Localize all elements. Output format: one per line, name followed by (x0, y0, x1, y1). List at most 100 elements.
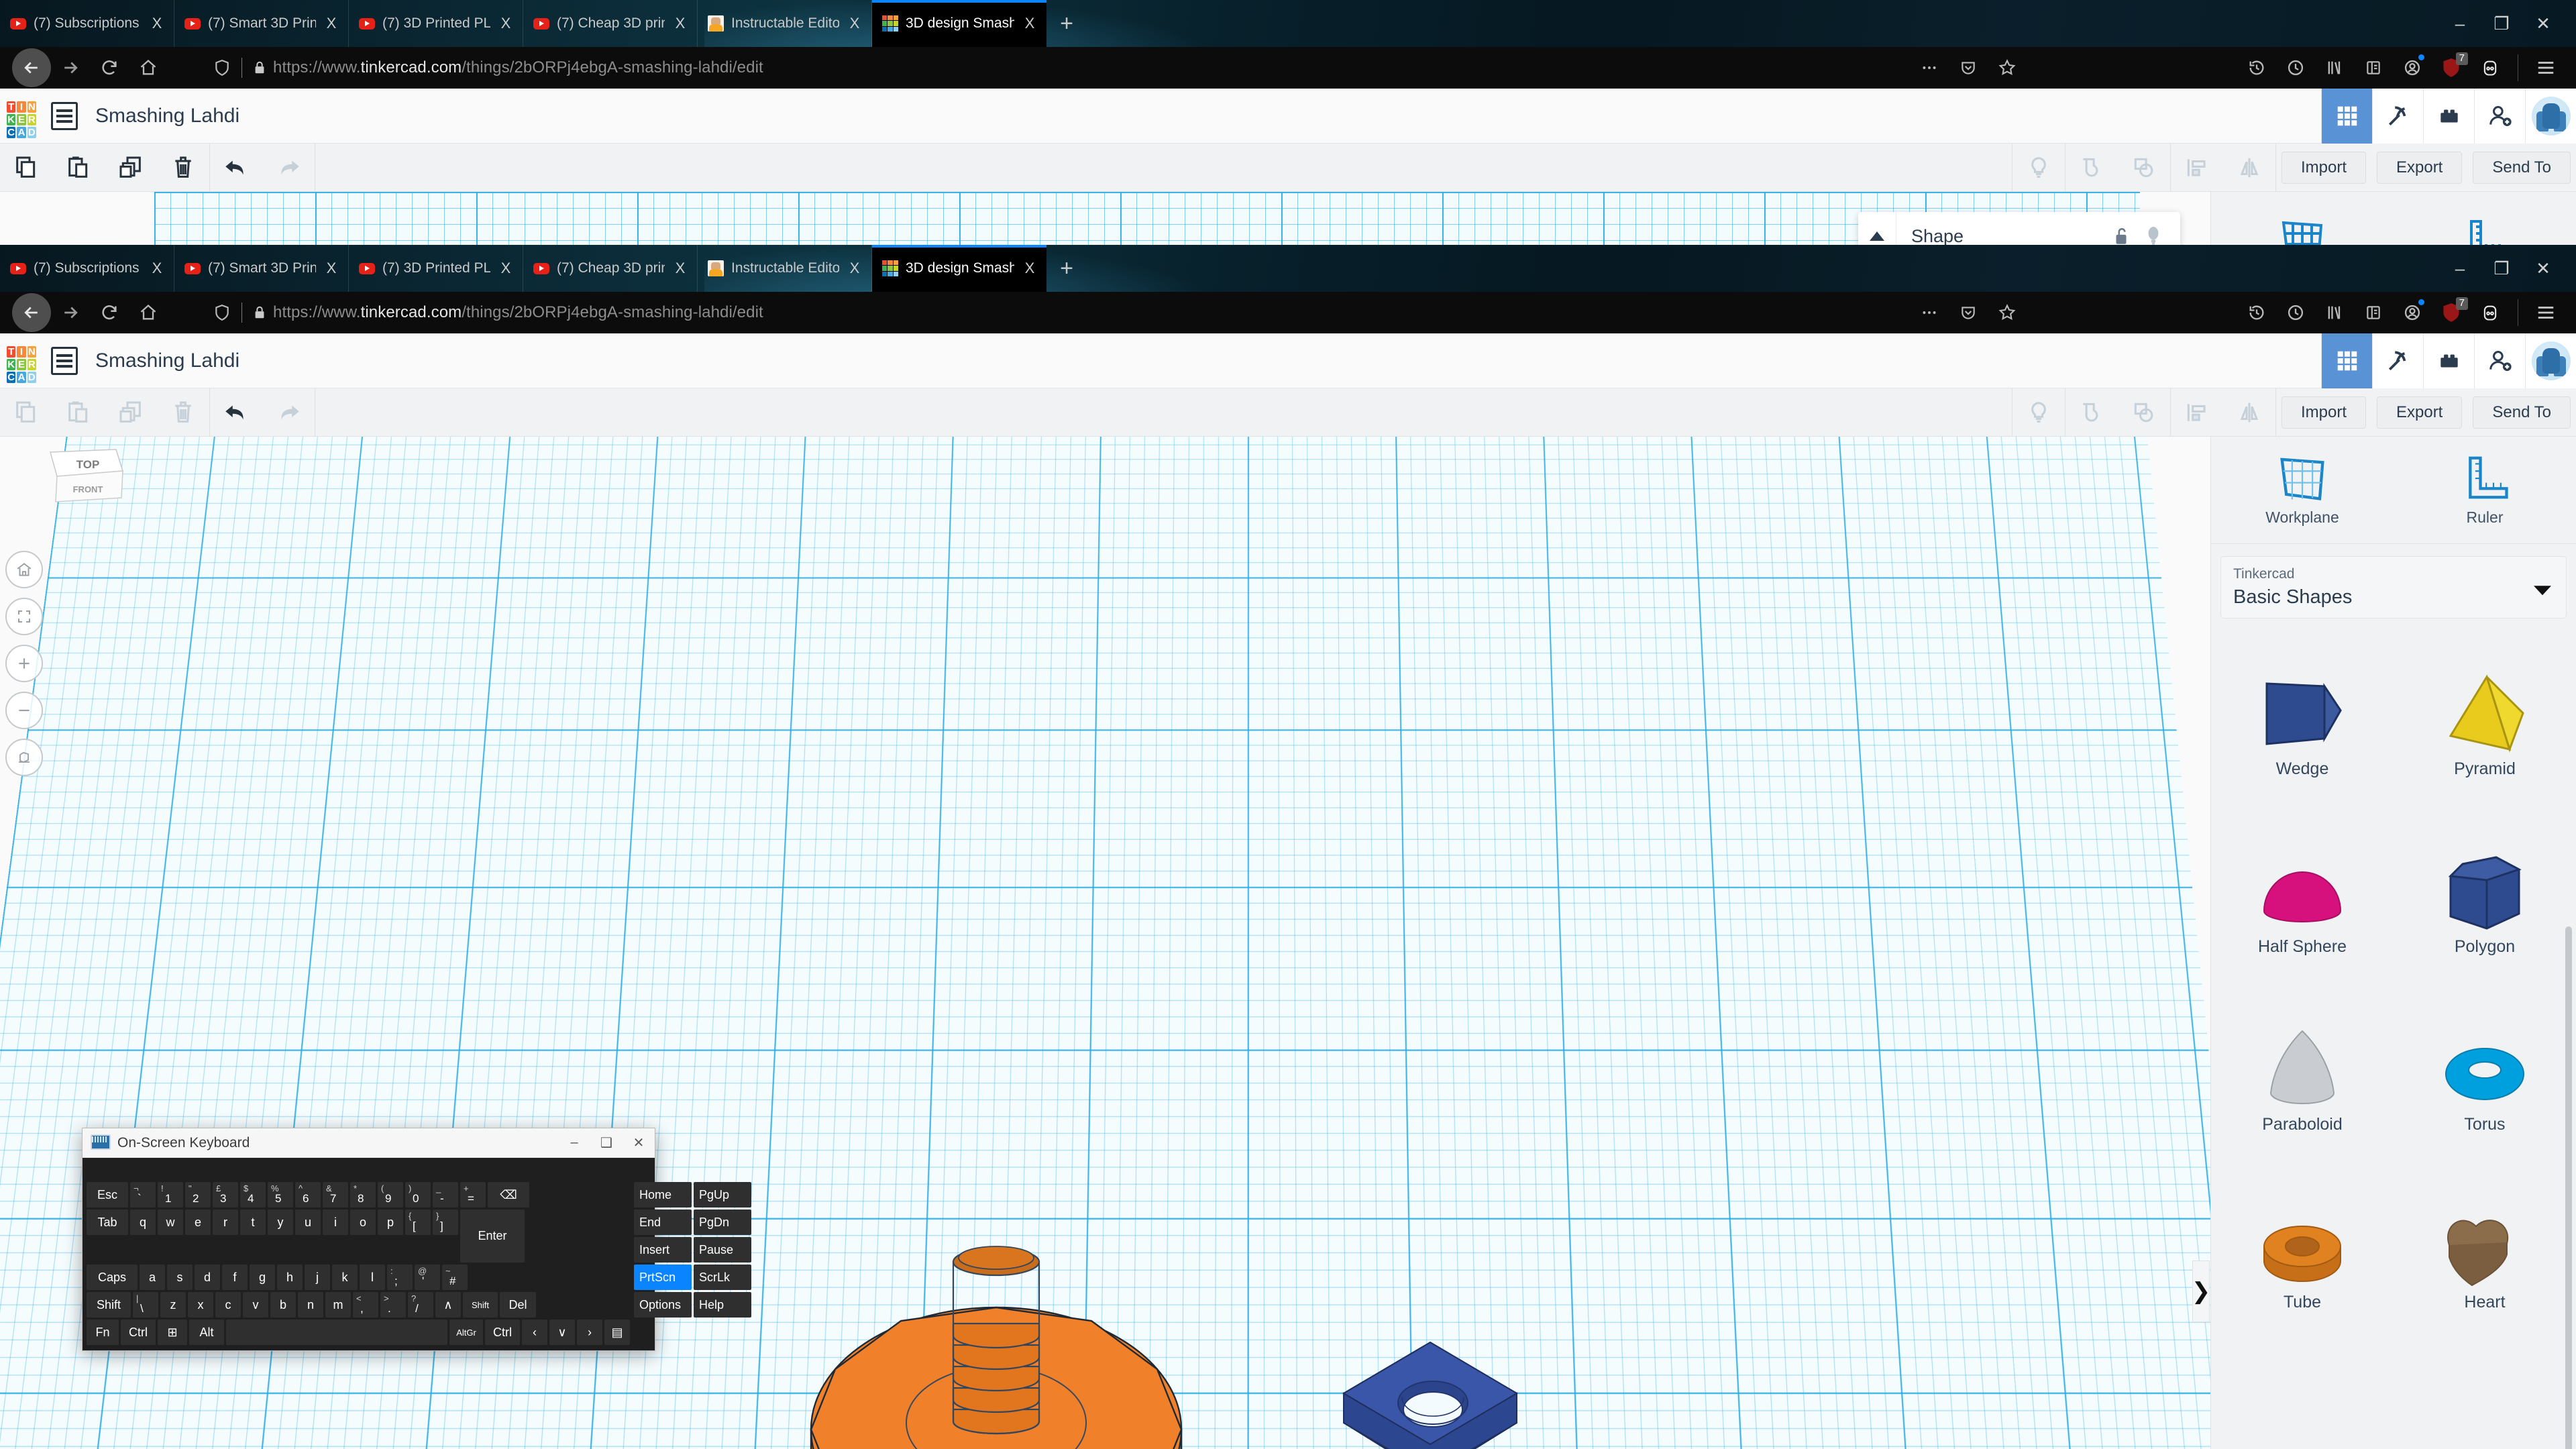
osk-titlebar[interactable]: On-Screen Keyboard – ❑ ✕ (83, 1128, 655, 1158)
key-space[interactable] (226, 1320, 447, 1345)
home-view-icon[interactable] (5, 551, 43, 588)
key-scrlk[interactable]: ScrLk (694, 1265, 751, 1290)
osk-nav-row[interactable]: Insert Pause (634, 1237, 751, 1263)
panel-scrollbar[interactable] (2565, 926, 2572, 1449)
close-icon[interactable]: ✕ (2522, 0, 2564, 47)
key-help[interactable]: Help (694, 1292, 751, 1318)
key-tab[interactable]: Tab (87, 1210, 128, 1235)
clock-icon[interactable] (2277, 50, 2314, 86)
browser-tab[interactable]: (7) Cheap 3D printer with 3 line X (523, 0, 698, 47)
copy-icon[interactable] (0, 388, 52, 437)
delete-icon[interactable] (157, 144, 209, 192)
window1-toolbar[interactable]: Import Export Send To (0, 144, 2576, 192)
key-1[interactable]: !1 (158, 1182, 183, 1208)
light-bulb-icon[interactable] (2012, 388, 2065, 437)
browser-tab[interactable]: (7) 3D Printed PLA Gear after 2 X (349, 0, 523, 47)
forward-icon[interactable] (51, 293, 90, 332)
pocket-icon[interactable] (1950, 50, 1986, 86)
browser-tab[interactable]: (7) Subscriptions - YouTube X (0, 245, 174, 292)
tinkercad-toolbar-center[interactable] (2012, 388, 2276, 437)
key-b[interactable]: b (270, 1292, 296, 1318)
chevron-down-icon[interactable] (2534, 586, 2551, 595)
shape-library-panel[interactable]: Workplane Ruler Tinkercad Basic Shapes W… (2210, 437, 2576, 1449)
window1-toolbar-center[interactable] (2012, 144, 2276, 192)
home-icon[interactable] (129, 293, 168, 332)
align-icon[interactable] (2171, 144, 2223, 192)
osk-body[interactable]: Esc ¬` !1 "2 £3 $4 %5 ^6 &7 *8 (9 )0 (83, 1158, 655, 1350)
osk-nav-row[interactable]: PrtScn ScrLk (634, 1265, 751, 1290)
library-icon[interactable] (2316, 294, 2353, 331)
close-icon[interactable]: X (497, 15, 515, 32)
tinkercad-logo[interactable]: T I N K E R C A D (7, 346, 36, 376)
browser-tab[interactable]: (7) Smart 3D Printer Enclosure - X (174, 0, 349, 47)
key-6[interactable]: ^6 (295, 1182, 321, 1208)
account-icon[interactable] (2394, 294, 2430, 331)
close-icon[interactable]: X (846, 15, 863, 32)
duplicate-icon[interactable] (105, 388, 157, 437)
key-u[interactable]: u (295, 1210, 321, 1235)
close-icon[interactable]: X (148, 260, 166, 277)
zoom-out-icon[interactable] (5, 692, 43, 729)
group-icon[interactable] (2065, 144, 2118, 192)
browser-tab[interactable]: (7) Smart 3D Printer Enclosure - X (174, 245, 349, 292)
key-fn[interactable]: Fn (87, 1320, 119, 1345)
view-cube[interactable]: TOP FRONT (37, 447, 131, 524)
key-g[interactable]: g (250, 1265, 275, 1290)
shape-item-torus[interactable]: Torus (2394, 983, 2576, 1161)
restore-icon[interactable]: ❐ (2481, 0, 2522, 47)
key-period[interactable]: >. (380, 1292, 406, 1318)
sidebar-icon[interactable] (2355, 294, 2392, 331)
key-t[interactable]: t (240, 1210, 266, 1235)
url-bar[interactable]: https://www.tinkercad.com/things/2bORPj4… (207, 52, 1904, 83)
back-icon[interactable] (12, 293, 51, 332)
osk-main-keys[interactable]: Esc ¬` !1 "2 £3 $4 %5 ^6 &7 *8 (9 )0 (87, 1182, 630, 1345)
tinkercad-toolbar-actions[interactable]: Import Export Send To (2276, 388, 2576, 437)
key-backtick[interactable]: ¬` (130, 1182, 156, 1208)
browser-window-foreground[interactable]: (7) Subscriptions - YouTube X (7) Smart … (0, 245, 2576, 1449)
key-v[interactable]: v (243, 1292, 268, 1318)
library-icon[interactable] (2316, 50, 2353, 86)
close-icon[interactable]: ✕ (2522, 245, 2564, 292)
orthographic-icon[interactable] (5, 739, 43, 776)
key-2[interactable]: "2 (185, 1182, 211, 1208)
close-icon[interactable]: X (672, 15, 689, 32)
browser-tab[interactable]: (7) Subscriptions - YouTube X (0, 0, 174, 47)
brick-icon[interactable] (2423, 333, 2474, 388)
osk-row[interactable]: Fn Ctrl ⊞ Alt AltGr Ctrl ‹ ∨ › ▤ (87, 1320, 630, 1345)
close-icon[interactable]: X (323, 15, 340, 32)
key-bracket-left[interactable]: {[ (405, 1210, 431, 1235)
shape-item-tube[interactable]: Tube (2211, 1161, 2394, 1339)
panel-collapse-handle[interactable]: ❯ (2192, 1260, 2210, 1322)
home-icon[interactable] (129, 48, 168, 87)
account-icon[interactable] (2394, 50, 2430, 86)
key-i[interactable]: i (323, 1210, 348, 1235)
shape-item-polygon[interactable]: Polygon (2394, 806, 2576, 983)
window1-nav-right[interactable]: 7 (1904, 50, 2564, 86)
tinkercad-toolbar[interactable]: Import Export Send To (0, 388, 2576, 437)
browser-window-background[interactable]: (7) Subscriptions - YouTube X (7) Smart … (0, 0, 2576, 268)
key-7[interactable]: &7 (323, 1182, 348, 1208)
close-icon[interactable]: X (148, 15, 166, 32)
grid-dashboard-icon[interactable] (2321, 333, 2372, 388)
clock-icon[interactable] (2277, 294, 2314, 331)
key-q[interactable]: q (130, 1210, 156, 1235)
import-button[interactable]: Import (2282, 396, 2366, 429)
close-icon[interactable]: ✕ (623, 1128, 655, 1158)
export-button[interactable]: Export (2377, 152, 2462, 184)
key-5[interactable]: %5 (268, 1182, 293, 1208)
shape-grid[interactable]: Wedge Pyramid Half Sphere (2211, 628, 2576, 1339)
key-enter[interactable]: Enter (460, 1210, 525, 1263)
key-slash[interactable]: ?/ (408, 1292, 433, 1318)
ellipsis-icon[interactable] (1911, 294, 1947, 331)
new-tab-button[interactable]: + (1046, 245, 1087, 292)
shape-item-wedge[interactable]: Wedge (2211, 628, 2394, 806)
close-icon[interactable]: X (497, 260, 515, 277)
browser-tab[interactable]: Instructable Editor X (698, 245, 872, 292)
pickaxe-icon[interactable] (2372, 89, 2423, 144)
key-equals[interactable]: += (460, 1182, 486, 1208)
key-o[interactable]: o (350, 1210, 376, 1235)
triangle-up-icon[interactable] (1858, 230, 1896, 242)
key-pgup[interactable]: PgUp (694, 1182, 751, 1208)
history-icon[interactable] (2239, 294, 2275, 331)
key-m[interactable]: m (325, 1292, 351, 1318)
